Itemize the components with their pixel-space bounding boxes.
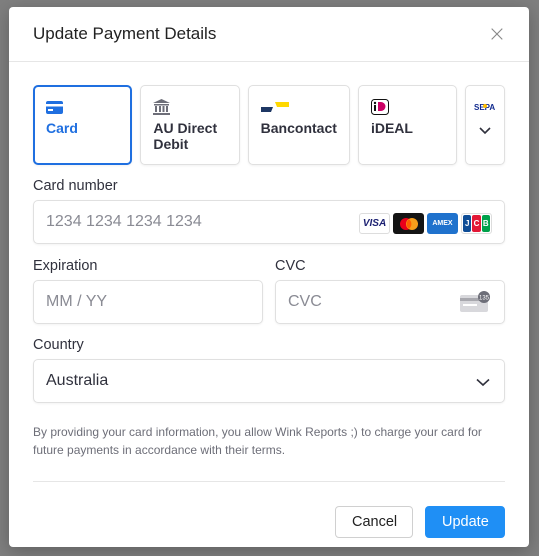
footer-divider <box>33 481 505 482</box>
tab-bancontact-label: Bancontact <box>260 120 337 136</box>
close-icon: × <box>487 21 507 47</box>
cvc-label: CVC <box>275 258 306 274</box>
expiration-label: Expiration <box>33 258 98 274</box>
amex-logo: AMEX <box>427 213 458 234</box>
update-button[interactable]: Update <box>425 506 505 538</box>
country-value: Australia <box>46 372 109 389</box>
visa-logo: VISA <box>359 213 390 234</box>
modal-header: Update Payment Details × <box>9 7 529 62</box>
tab-bancontact[interactable]: Bancontact <box>247 85 350 165</box>
country-group: Country Australia <box>33 337 505 403</box>
cvc-input[interactable]: CVC 135 <box>275 280 505 324</box>
payment-method-tabs: Card AU Direct Debit Bancontact iDEAL <box>33 85 505 165</box>
tab-ideal[interactable]: iDEAL <box>357 85 458 165</box>
tab-au-direct-debit[interactable]: AU Direct Debit <box>140 85 240 165</box>
chevron-down-icon <box>476 374 490 392</box>
sepa-logo: SEPA <box>473 96 497 118</box>
card-number-group: Card number 1234 1234 1234 1234 VISA AME… <box>33 178 505 244</box>
expiration-input[interactable]: MM / YY <box>33 280 263 324</box>
payment-modal: Update Payment Details × Card AU Direct … <box>9 7 529 547</box>
ideal-logo <box>370 96 444 118</box>
chevron-down-icon <box>479 122 491 140</box>
card-number-placeholder: 1234 1234 1234 1234 <box>46 213 202 230</box>
tab-card[interactable]: Card <box>33 85 133 165</box>
jcb-logo: J C B <box>461 213 492 234</box>
cvc-icon-text: 135 <box>479 295 490 301</box>
country-label: Country <box>33 337 84 353</box>
close-button[interactable]: × <box>485 21 509 47</box>
cancel-button[interactable]: Cancel <box>335 506 413 538</box>
bank-icon <box>153 96 226 118</box>
card-brands: VISA AMEX J C B <box>359 213 492 234</box>
card-icon <box>46 96 119 118</box>
modal-footer: Cancel Update <box>33 506 505 538</box>
mastercard-logo <box>393 213 424 234</box>
tab-card-label: Card <box>46 120 78 136</box>
card-number-label: Card number <box>33 178 118 194</box>
card-number-input[interactable]: 1234 1234 1234 1234 VISA AMEX J C B <box>33 200 505 244</box>
terms-text: By providing your card information, you … <box>33 425 482 457</box>
cvc-card-icon: 135 <box>460 291 492 318</box>
cvc-placeholder: CVC <box>288 293 322 310</box>
expiration-group: Expiration MM / YY <box>33 258 263 324</box>
tab-more-methods[interactable]: SEPA <box>465 85 505 165</box>
expiration-placeholder: MM / YY <box>46 293 108 310</box>
modal-title: Update Payment Details <box>33 24 217 43</box>
country-select[interactable]: Australia <box>33 359 505 403</box>
tab-ideal-label: iDEAL <box>370 120 413 136</box>
bancontact-logo <box>260 96 337 118</box>
tab-au-direct-debit-label: AU Direct Debit <box>153 120 218 152</box>
cvc-group: CVC CVC 135 <box>275 258 505 324</box>
